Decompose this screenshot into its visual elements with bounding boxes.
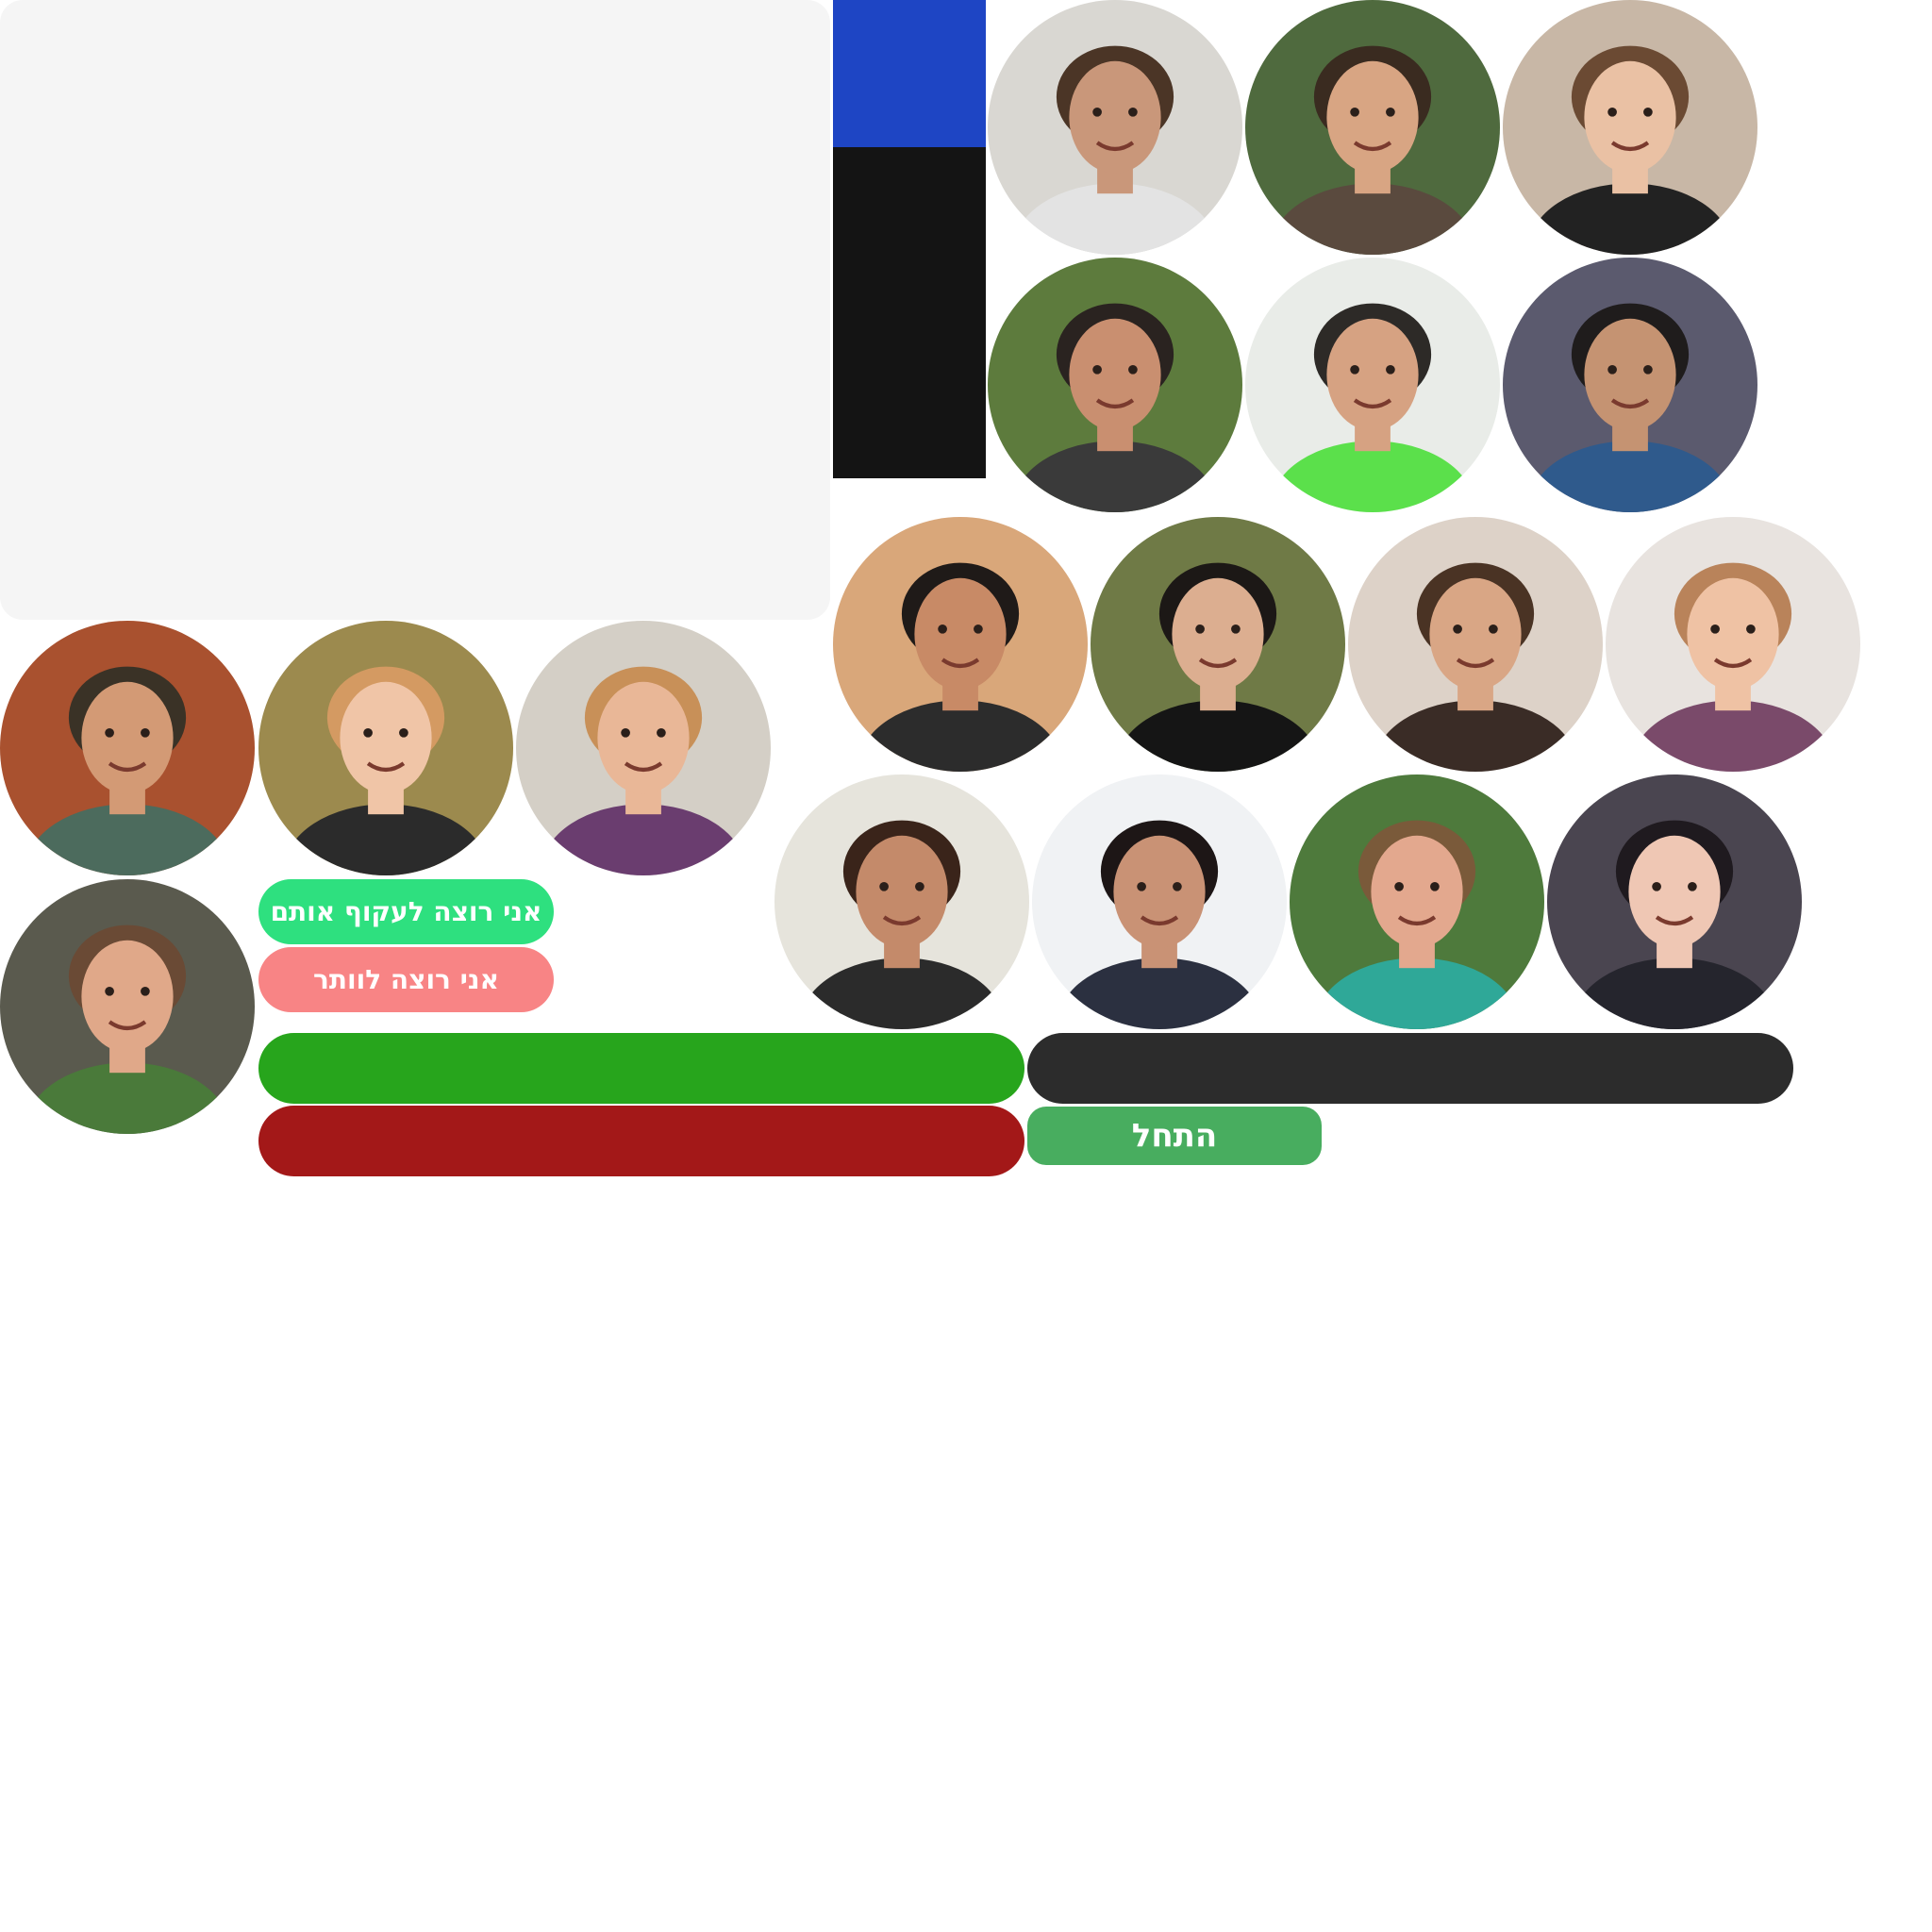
avatar-1-portrait [988, 0, 1242, 255]
avatar-6 [1503, 258, 1757, 512]
avatar-1 [988, 0, 1242, 255]
follow-button[interactable]: אני רוצה לעקוף אותם [258, 879, 554, 944]
avatar-17-portrait [1290, 774, 1544, 1029]
avatar-12 [258, 621, 513, 875]
sprite-sheet: אני רוצה לעקוף אותם אני רוצה לוותר התחל [0, 0, 1932, 1932]
start-button[interactable]: התחל [1027, 1107, 1322, 1165]
avatar-11-portrait [0, 621, 255, 875]
avatar-4 [988, 258, 1242, 512]
avatar-12-portrait [258, 621, 513, 875]
avatar-14-portrait [0, 879, 255, 1134]
avatar-5-portrait [1245, 258, 1500, 512]
avatar-15-portrait [774, 774, 1029, 1029]
green-bar [258, 1033, 1024, 1104]
avatar-18-portrait [1547, 774, 1802, 1029]
avatar-16-portrait [1032, 774, 1287, 1029]
avatar-3 [1503, 0, 1757, 255]
avatar-10-portrait [1606, 517, 1860, 772]
avatar-13 [516, 621, 771, 875]
card-panel [0, 0, 830, 620]
red-bar [258, 1106, 1024, 1176]
avatar-7 [833, 517, 1088, 772]
avatar-2 [1245, 0, 1500, 255]
avatar-17 [1290, 774, 1544, 1029]
avatar-11 [0, 621, 255, 875]
avatar-8-portrait [1091, 517, 1345, 772]
avatar-18 [1547, 774, 1802, 1029]
avatar-8 [1091, 517, 1345, 772]
black-swatch [833, 147, 986, 478]
avatar-6-portrait [1503, 258, 1757, 512]
avatar-3-portrait [1503, 0, 1757, 255]
avatar-9-portrait [1348, 517, 1603, 772]
avatar-9 [1348, 517, 1603, 772]
avatar-10 [1606, 517, 1860, 772]
avatar-16 [1032, 774, 1287, 1029]
give-up-button[interactable]: אני רוצה לוותר [258, 947, 554, 1012]
avatar-2-portrait [1245, 0, 1500, 255]
avatar-15 [774, 774, 1029, 1029]
avatar-13-portrait [516, 621, 771, 875]
dark-bar [1027, 1033, 1793, 1104]
avatar-4-portrait [988, 258, 1242, 512]
avatar-14 [0, 879, 255, 1134]
blue-swatch [833, 0, 986, 147]
avatar-5 [1245, 258, 1500, 512]
avatar-7-portrait [833, 517, 1088, 772]
